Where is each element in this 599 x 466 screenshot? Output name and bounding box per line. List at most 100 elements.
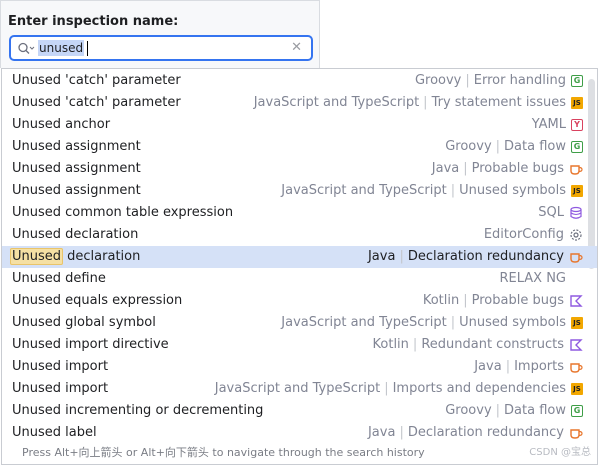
inspection-group: Groovy | Data flow G (445, 136, 583, 158)
inspection-group: Java | Imports (474, 356, 583, 378)
group-path-segment: EditorConfig (483, 227, 564, 242)
inspection-group: JavaScript and TypeScript | Unused symbols… (281, 312, 583, 334)
list-item[interactable]: Unused equals expression Kotlin | Probable … (2, 290, 597, 312)
list-item[interactable]: Unused assignment Groovy | Data flow G (2, 136, 597, 158)
search-history-hint: Press Alt+向上箭头 or Alt+向下箭头 to navigate t… (2, 442, 597, 464)
inspection-name: Unused incrementing or decrementing (12, 403, 264, 418)
inspection-group: Java | Declaration redundancy (368, 422, 583, 444)
inspection-name: Unused global symbol (12, 315, 156, 330)
list-item[interactable]: Unused assignment Java | Probable bugs (2, 158, 597, 180)
inspection-name: Unused label (12, 425, 97, 440)
list-item[interactable]: Unused anchor YAML Y (2, 114, 597, 136)
list-item[interactable]: Unused 'catch' parameter Groovy | Error han… (2, 70, 597, 92)
path-separator: | (412, 337, 418, 352)
inspection-group: Groovy | Error handling G (415, 70, 583, 92)
inspection-group: Kotlin | Redundant constructs (373, 334, 583, 356)
inspection-name: Unused equals expression (12, 293, 183, 308)
group-path-segment: Kotlin (422, 293, 460, 308)
inspection-name: Unused assignment (12, 161, 141, 176)
popup-title: Enter inspection name: (8, 14, 179, 29)
kotlin-icon (569, 294, 583, 308)
group-path-segment: Groovy (445, 139, 492, 154)
group-path-segment: Imports and dependencies (392, 381, 566, 396)
groovy-icon: G (571, 75, 583, 87)
group-path-segment: Redundant constructs (421, 337, 564, 352)
yaml-icon: Y (571, 119, 583, 131)
path-separator: | (505, 359, 511, 374)
search-icon[interactable] (17, 41, 37, 57)
list-item[interactable]: Unused assignment JavaScript and TypeScri… (2, 180, 597, 202)
group-path-segment: RELAX NG (499, 271, 566, 286)
path-separator: | (450, 315, 456, 330)
group-path-segment: Java (367, 425, 396, 440)
inspection-name: Unused import directive (12, 337, 169, 352)
inspection-group: SQL (538, 202, 583, 224)
group-path-segment: Java (474, 359, 502, 374)
groovy-icon: G (571, 405, 583, 417)
inspection-group: JavaScript and TypeScript | Imports and de… (215, 378, 583, 400)
match-highlight: Unused (10, 248, 64, 265)
java-icon (569, 426, 583, 440)
list-item[interactable]: Unused incrementing or decrementing Groov… (2, 400, 597, 422)
inspection-group: JavaScript and TypeScript | Unused symbols… (281, 180, 583, 202)
inspection-group: EditorConfig (484, 224, 583, 246)
list-item[interactable]: Unused label Java | Declaration redundancy (2, 422, 597, 444)
javascript-icon: JS (571, 97, 583, 109)
list-item[interactable]: Unused import JavaScript and TypeScript | I… (2, 378, 597, 400)
inspection-group: RELAX NG (499, 268, 583, 290)
inspection-name: Unused define (12, 271, 106, 286)
list-item[interactable]: Unused define RELAX NG (2, 268, 597, 290)
java-icon (569, 360, 583, 374)
group-path-segment: Try statement issues (431, 95, 566, 110)
inspection-group: Kotlin | Probable bugs (423, 290, 583, 312)
group-path-segment: SQL (538, 205, 564, 220)
inspection-name: Unused 'catch' parameter (12, 95, 181, 110)
inspection-search-window: Enter inspection name: unused ✕ Unused '… (0, 0, 599, 466)
group-path-segment: Error handling (473, 73, 566, 88)
inspection-group: Java | Declaration redundancy (368, 246, 583, 268)
inspection-group: JavaScript and TypeScript | Try statement … (254, 92, 583, 114)
sql-database-icon (569, 206, 583, 220)
clear-icon[interactable]: ✕ (291, 40, 302, 56)
group-path-segment: Java (431, 161, 460, 176)
list-item[interactable]: Unused import directive Kotlin | Redundant … (2, 334, 597, 356)
group-path-segment: Declaration redundancy (407, 249, 564, 264)
path-separator: | (399, 425, 404, 440)
list-item[interactable]: Unused common table expression SQL (2, 202, 597, 224)
list-item[interactable]: Unused declaration EditorConfig (2, 224, 597, 246)
path-separator: | (463, 161, 468, 176)
inspection-name: Unused anchor (12, 117, 111, 132)
group-path-segment: Data flow (504, 139, 566, 154)
group-path-segment: Unused symbols (459, 315, 566, 330)
inspection-name: Unused import (12, 381, 109, 396)
group-path-segment: Kotlin (372, 337, 409, 352)
group-path-segment: JavaScript and TypeScript (281, 315, 447, 330)
inspection-name: Unused declaration (10, 246, 140, 268)
group-path-segment: Probable bugs (471, 293, 564, 308)
javascript-icon: JS (571, 185, 583, 197)
list-item[interactable]: Unused import Java | Imports (2, 356, 597, 378)
inspection-name: Unused declaration (12, 227, 139, 242)
group-path-segment: JavaScript and TypeScript (253, 95, 420, 110)
list-item[interactable]: Unused 'catch' parameter JavaScript and T… (2, 92, 597, 114)
javascript-icon: JS (571, 317, 583, 329)
inspection-group: Groovy | Data flow G (445, 400, 583, 422)
inspection-group: YAML Y (532, 114, 583, 136)
group-path-segment: JavaScript and TypeScript (214, 381, 381, 396)
hint-text: Press Alt+向上箭头 or Alt+向下箭头 to navigate t… (22, 446, 425, 459)
group-path-segment: Java (367, 249, 396, 264)
text-caret (87, 41, 88, 56)
java-icon (569, 162, 583, 176)
list-item[interactable]: Unused global symbol JavaScript and TypeS… (2, 312, 597, 334)
kotlin-icon (569, 338, 583, 352)
inspection-name: Unused 'catch' parameter (12, 73, 181, 88)
list-item[interactable]: Unused declaration Java | Declaration redun… (2, 246, 597, 268)
groovy-icon: G (571, 141, 583, 153)
group-path-segment: Unused symbols (459, 183, 566, 198)
search-input[interactable]: unused ✕ (9, 35, 313, 61)
search-popup: Enter inspection name: unused ✕ (0, 0, 320, 68)
javascript-icon: JS (571, 383, 583, 395)
path-separator: | (463, 293, 468, 308)
inspection-results-list[interactable]: Unused 'catch' parameter Groovy | Error han… (1, 68, 598, 465)
path-separator: | (423, 95, 428, 110)
